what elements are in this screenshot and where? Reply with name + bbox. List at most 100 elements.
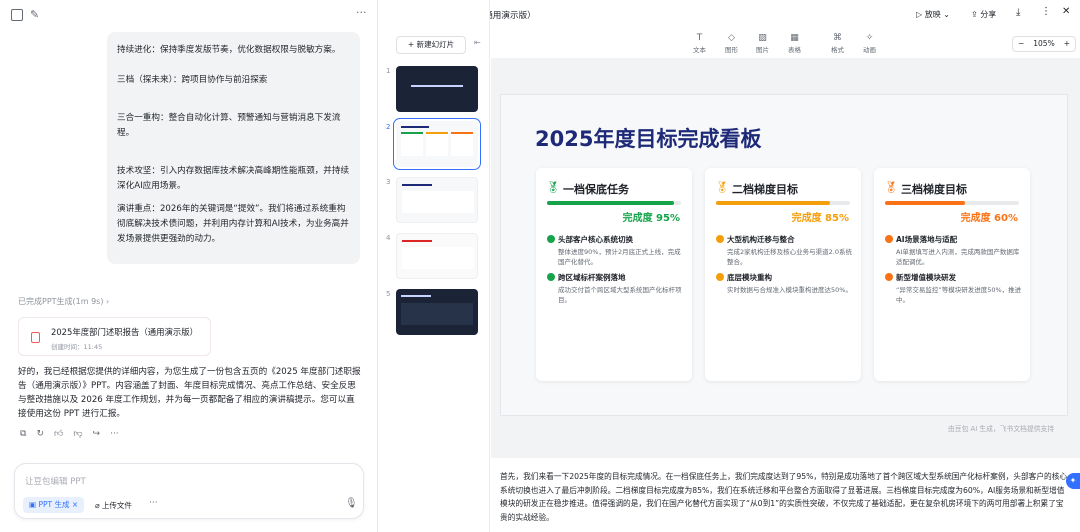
- item-heading: 新型增值模块研发: [885, 272, 1025, 283]
- chat-panel: ✎ ··· 持续进化：保持季度发版节奏，优化数据权限与脱敏方案。 三档（探未来）…: [0, 0, 378, 532]
- thumb-number: 4: [386, 234, 391, 242]
- card-item: 底层模块重构 实时数据与合规准入模块重构进度达50%。: [716, 272, 856, 295]
- thumb-card: [426, 132, 448, 156]
- play-button[interactable]: ▷ 放映 ⌄: [916, 9, 950, 20]
- thumb-number: 2: [386, 123, 391, 131]
- speaker-notes[interactable]: 首先，我们来看一下2025年度的目标完成情况。在一档保底任务上，我们完成度达到了…: [500, 470, 1068, 524]
- completion-label: 完成度 85%: [791, 213, 849, 224]
- thumb-title-line: [401, 126, 429, 128]
- progress-bar: [547, 201, 681, 205]
- tool-animation[interactable]: ✧ 动画: [863, 33, 876, 54]
- bubble-line: 演讲重点：2026年的关键词是“提效”。我们将通过系统重构彻底解决技术债问题，并…: [117, 204, 349, 244]
- format-icon: ⌘: [833, 33, 842, 43]
- target-card-3[interactable]: 🏅︎ 三档梯度目标 完成度 60% AI场景落地与适配 AI单据填写进入内测，完成…: [874, 168, 1030, 381]
- target-card-2[interactable]: 🏅︎ 二档梯度目标 完成度 85% 大型机构迁移与整合 完成2家机构迁移及核心业务…: [705, 168, 861, 381]
- table-icon: ▦: [790, 33, 799, 43]
- item-heading: 大型机构迁移与整合: [716, 234, 856, 245]
- thumb-number: 5: [386, 290, 391, 298]
- progress-fill: [547, 201, 675, 205]
- bubble-line: 持续进化：保持季度发版节奏，优化数据权限与脱敏方案。: [117, 45, 341, 55]
- close-icon[interactable]: ✕: [1062, 6, 1070, 17]
- share-button[interactable]: ⇪ 分享: [971, 9, 996, 20]
- thumb-title-line: [411, 85, 463, 87]
- assistant-float-icon[interactable]: ✦: [1066, 473, 1080, 489]
- item-desc: “异常交易监控”等模块研发进度50%，推进中。: [896, 286, 1022, 304]
- thumbs-up-icon[interactable]: 👍︎: [54, 429, 63, 439]
- new-slide-button[interactable]: + 新建幻灯片: [396, 36, 466, 54]
- bubble-line: 技术攻坚：引入内存数据库技术解决高峰期性能瓶颈，并持续深化AI应用场景。: [117, 166, 350, 191]
- image-icon: ▨: [758, 33, 767, 43]
- share-icon[interactable]: ↪: [93, 429, 101, 439]
- item-desc: AI单据填写进入内测，完成两款国产数据库适配调优。: [896, 248, 1020, 266]
- download-icon[interactable]: ⤓: [1016, 7, 1020, 18]
- zoom-out-button[interactable]: −: [1018, 37, 1024, 51]
- more-icon[interactable]: ···: [356, 6, 367, 19]
- card-item: 大型机构迁移与整合完成2家机构迁移及核心业务与渠道2.0系统整合。: [716, 234, 856, 267]
- zoom-in-button[interactable]: +: [1064, 37, 1070, 51]
- card-title: 三档梯度目标: [901, 183, 967, 196]
- generation-status[interactable]: 已完成PPT生成(1m 9s) ›: [18, 296, 109, 307]
- thumb-number: 1: [386, 67, 391, 75]
- ppt-file-card[interactable]: 2025年度部门述职报告（通用演示版） 创建时间：11:45: [18, 317, 211, 356]
- shape-icon: ◇: [728, 33, 735, 43]
- chat-input-box[interactable]: 让豆包编辑 PPT ▣ PPT 生成 × ⌀ 上传文件 ··· 🎙︎: [14, 463, 364, 519]
- slide-thumbnail-5[interactable]: [396, 289, 478, 335]
- item-heading: 头部客户核心系统切换: [547, 234, 687, 245]
- medal-icon: 🏅︎: [546, 181, 560, 194]
- chat-input[interactable]: 让豆包编辑 PPT: [25, 475, 86, 487]
- progress-fill: [716, 201, 830, 205]
- text-icon: T: [696, 33, 703, 43]
- collapse-panel-icon[interactable]: ⇤: [474, 38, 481, 47]
- slide-2[interactable]: 2025年度目标完成看板 🏅︎ 一档保底任务 完成度 95% 头部客户核心系统切…: [500, 94, 1068, 416]
- progress-bar: [885, 201, 1019, 205]
- tool-image[interactable]: ▨ 图片: [756, 33, 769, 54]
- card-item: 跨区域标杆案例落地 成功交付首个跨区域大型系统国产化标杆项目。: [547, 272, 687, 305]
- zoom-control[interactable]: − 105% +: [1012, 36, 1076, 52]
- completion-label: 完成度 95%: [622, 213, 680, 224]
- tool-shape[interactable]: ◇ 图形: [725, 33, 738, 54]
- sidebar-toggle-icon[interactable]: [11, 9, 23, 21]
- progress-fill: [885, 201, 966, 205]
- ppt-file-icon: [31, 332, 40, 343]
- file-title: 2025年度部门述职报告（通用演示版）: [51, 327, 198, 337]
- thumb-card: [401, 303, 473, 325]
- upload-file-button[interactable]: ⌀ 上传文件: [95, 500, 132, 511]
- input-more-icon[interactable]: ···: [149, 498, 158, 508]
- slide-thumbnail-2[interactable]: [393, 118, 481, 170]
- slide-title: 2025年度目标完成看板: [535, 127, 762, 151]
- thumbs-down-icon[interactable]: 👎︎: [73, 429, 82, 439]
- slide-thumbnail-3[interactable]: [396, 177, 478, 223]
- slide-footer-note: 由豆包 AI 生成，飞书文档提供支持: [948, 425, 1055, 433]
- tool-format[interactable]: ⌘ 格式: [831, 33, 844, 54]
- microphone-icon[interactable]: 🎙︎: [345, 498, 358, 509]
- thumb-card: [402, 247, 474, 269]
- item-desc: 整体进度90%，预计2月底正式上线，完成国产化替代。: [558, 248, 681, 266]
- target-card-1[interactable]: 🏅︎ 一档保底任务 完成度 95% 头部客户核心系统切换 整体进度90%，预计2月…: [536, 168, 692, 381]
- tool-table[interactable]: ▦ 表格: [788, 33, 801, 54]
- assistant-reply: 好的，我已经根据您提供的详细内容，为您生成了一份包含五页的《2025 年度部门述…: [18, 367, 361, 419]
- copy-icon[interactable]: ⧉: [20, 429, 26, 439]
- new-chat-icon[interactable]: ✎: [30, 8, 39, 21]
- slide-thumbnail-1[interactable]: [396, 66, 478, 112]
- completion-label: 完成度 60%: [960, 213, 1018, 224]
- more-actions-icon[interactable]: ···: [110, 429, 119, 439]
- card-item: 新型增值模块研发 “异常交易监控”等模块研发进度50%，推进中。: [885, 272, 1025, 305]
- zoom-level: 105%: [1033, 39, 1055, 48]
- slide-thumbnail-4[interactable]: [396, 233, 478, 279]
- item-desc: 完成2家机构迁移及核心业务与渠道2.0系统整合。: [727, 248, 852, 266]
- item-desc: 成功交付首个跨区域大型系统国产化标杆项目。: [558, 286, 682, 304]
- item-heading: AI场景落地与适配: [885, 234, 1025, 245]
- thumb-card: [402, 191, 474, 213]
- regenerate-icon[interactable]: ↻: [36, 429, 44, 439]
- medal-icon: 🏅︎: [884, 181, 898, 194]
- animation-icon: ✧: [865, 33, 874, 43]
- thumb-card: [401, 132, 423, 156]
- more-menu-icon[interactable]: ⋮: [1041, 6, 1051, 17]
- editor-toolbar: T 文本 ◇ 图形 ▨ 图片 ▦ 表格 ⌘ 格式 ✧ 动画 − 105% +: [491, 28, 1080, 58]
- ppt-mode-chip[interactable]: ▣ PPT 生成 ×: [23, 497, 85, 513]
- thumb-card: [451, 132, 473, 156]
- bubble-line: 三合一重构：整合自动化计算、预警通知与营销消息下发流程。: [117, 113, 341, 138]
- tool-text[interactable]: T 文本: [693, 33, 706, 54]
- medal-icon: 🏅︎: [715, 181, 729, 194]
- card-item: AI场景落地与适配 AI单据填写进入内测，完成两款国产数据库适配调优。: [885, 234, 1025, 267]
